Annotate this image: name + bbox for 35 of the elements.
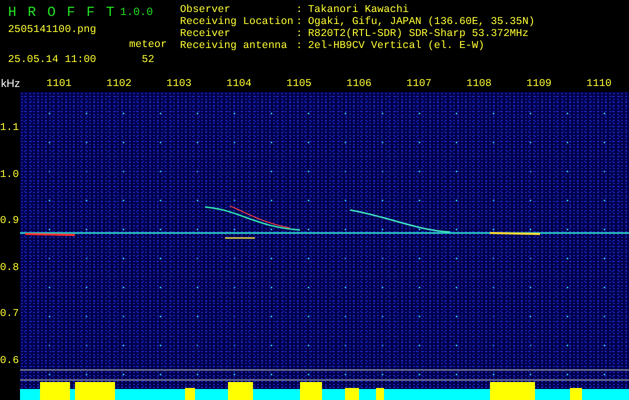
axis-unit: kHz bbox=[0, 78, 21, 90]
file-name: 2505141100.png bbox=[8, 24, 98, 36]
y-axis-label: 1.0 bbox=[0, 168, 19, 182]
app-title: H R O F F T bbox=[8, 5, 116, 21]
info-label: Receiving antenna bbox=[180, 40, 288, 52]
x-axis-label: 1107 bbox=[405, 78, 433, 90]
info-value: Ogaki, Gifu, JAPAN (136.60E, 35.35N) bbox=[308, 16, 535, 28]
x-axis-label: 1103 bbox=[165, 78, 193, 90]
x-axis-label: 1108 bbox=[465, 78, 493, 90]
info-label: Receiver bbox=[180, 28, 232, 40]
info-value: 2el-HB9CV Vertical (el. E-W) bbox=[308, 40, 486, 52]
x-axis-label: 1102 bbox=[105, 78, 133, 90]
info-separator: : bbox=[296, 40, 304, 52]
info-separator: : bbox=[296, 16, 304, 28]
info-label: Observer bbox=[180, 4, 232, 16]
x-axis-label: 1104 bbox=[225, 78, 253, 90]
x-axis-label: 1110 bbox=[585, 78, 613, 90]
meteor-count: 52 bbox=[140, 54, 156, 66]
x-axis-label: 1109 bbox=[525, 78, 553, 90]
y-axis-label: 0.7 bbox=[0, 307, 19, 322]
app-version: 1.0.0 bbox=[119, 7, 154, 19]
info-value: Takanori Kawachi bbox=[308, 4, 410, 16]
y-axis-label: 0.6 bbox=[0, 354, 19, 368]
y-axis-label: 0.9 bbox=[0, 214, 19, 229]
x-axis-label: 1106 bbox=[345, 78, 373, 90]
meteor-label: meteor bbox=[128, 38, 168, 50]
x-axis-label: 1105 bbox=[285, 78, 313, 90]
info-separator: : bbox=[296, 28, 304, 40]
info-separator: : bbox=[296, 4, 304, 16]
y-axis-label: 0.8 bbox=[0, 260, 19, 276]
date-time: 25.05.14 11:00 bbox=[8, 54, 98, 66]
x-axis-label: 1101 bbox=[45, 78, 73, 90]
y-axis-label: 1.1 bbox=[0, 121, 19, 136]
info-value: R820T2(RTL-SDR) SDR-Sharp 53.372MHz bbox=[308, 28, 530, 40]
info-label: Receiving Location bbox=[180, 16, 294, 28]
